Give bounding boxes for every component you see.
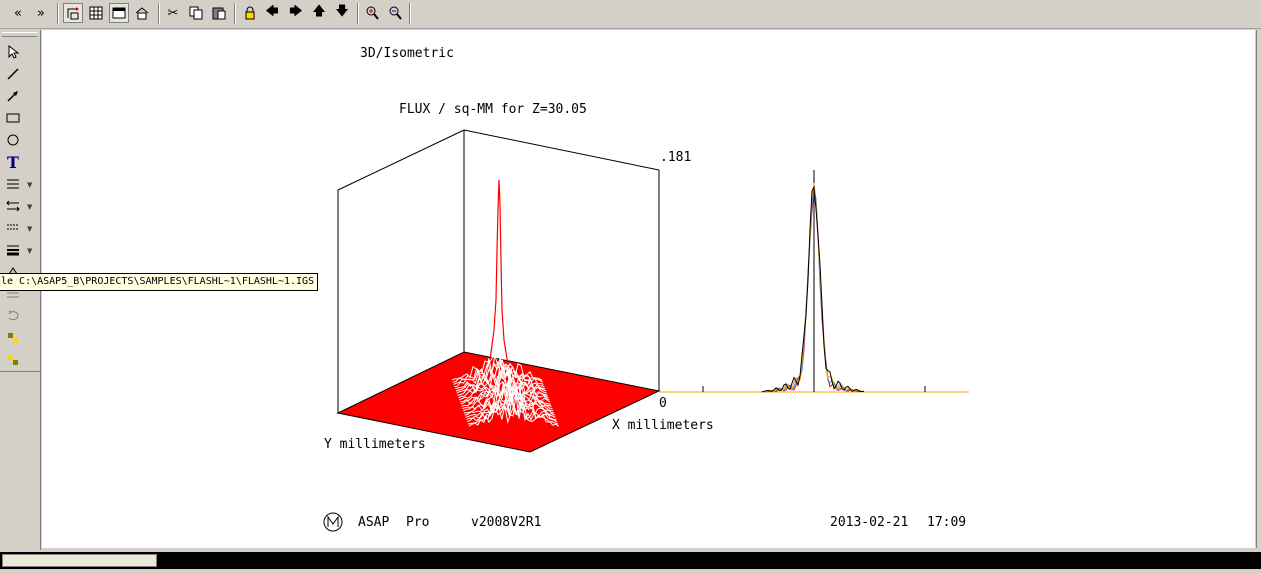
- rectangle-tool-icon[interactable]: [4, 109, 22, 127]
- run-date: 2013-02-21: [830, 515, 909, 530]
- lock-icon[interactable]: [240, 3, 260, 23]
- main-toolbar: « » ✂ 🡄 🡆 🡅 🡇: [0, 0, 1261, 29]
- ellipse-tool-icon[interactable]: [4, 131, 22, 149]
- text-tool-icon[interactable]: T: [4, 153, 22, 172]
- window-view-icon[interactable]: [109, 3, 129, 23]
- profile-curve: [761, 182, 865, 393]
- zoom-out-icon[interactable]: [385, 3, 405, 23]
- line-weight-icon[interactable]: [4, 241, 22, 259]
- toolbar-divider: [0, 371, 40, 372]
- profile-curve: [761, 185, 865, 393]
- dropdown-arrow-icon[interactable]: ▼: [27, 181, 32, 189]
- grid-view-icon[interactable]: [86, 3, 106, 23]
- arrow-left-icon[interactable]: 🡄: [262, 3, 282, 23]
- profile-curve: [762, 193, 865, 393]
- dropdown-arrow-icon[interactable]: ▼: [27, 225, 32, 233]
- home-icon[interactable]: [132, 3, 152, 23]
- toolbar-separator: [234, 3, 236, 24]
- arrow-line-tool-icon[interactable]: [4, 87, 22, 105]
- line-tool-icon[interactable]: [4, 65, 22, 83]
- toolbar-separator: [357, 3, 359, 24]
- zoom-in-icon[interactable]: [362, 3, 382, 23]
- select-pointer-icon[interactable]: [4, 43, 22, 61]
- product-name: ASAP: [358, 515, 390, 530]
- dash-style-icon[interactable]: [4, 219, 22, 237]
- line-end-icon[interactable]: [4, 197, 22, 215]
- run-time: 17:09: [927, 515, 967, 530]
- horizontal-scrollbar[interactable]: [0, 552, 1261, 569]
- arrow-right-icon[interactable]: 🡆: [286, 3, 306, 23]
- cut-icon[interactable]: ✂: [163, 3, 183, 23]
- dropdown-arrow-icon[interactable]: ▼: [27, 247, 32, 255]
- double-chevron-left-icon[interactable]: «: [8, 3, 28, 23]
- horizontal-scrollbar-thumb[interactable]: [2, 554, 157, 567]
- vertical-scrollbar[interactable]: [1256, 30, 1261, 548]
- rotate-view-icon[interactable]: [63, 3, 83, 23]
- box-back-top-right: [463, 129, 660, 171]
- product-edition: Pro: [406, 515, 430, 530]
- rotate-tool-icon[interactable]: [4, 307, 22, 325]
- line-style-icon[interactable]: [4, 175, 22, 193]
- color-a-icon[interactable]: [4, 329, 22, 347]
- double-chevron-right-icon[interactable]: »: [31, 3, 51, 23]
- file-path-tooltip: le C:\ASAP5_B\PROJECTS\SAMPLES\FLASHL~1\…: [0, 273, 319, 291]
- arrow-up-icon[interactable]: 🡅: [309, 3, 329, 23]
- arrow-down-icon[interactable]: 🡇: [332, 3, 352, 23]
- toolbar-grip: [2, 32, 37, 37]
- box-back-top-left: [337, 129, 465, 191]
- paste-icon[interactable]: [209, 3, 229, 23]
- product-version: v2008V2R1: [471, 515, 542, 530]
- color-b-icon[interactable]: [4, 351, 22, 369]
- profile-axis: [659, 170, 969, 393]
- toolbar-separator: [158, 3, 160, 24]
- brand-logo-icon: [323, 512, 343, 532]
- profile-curves: [761, 182, 865, 393]
- toolbar-separator: [57, 3, 59, 24]
- copy-icon[interactable]: [186, 3, 206, 23]
- profile-curve: [761, 185, 865, 393]
- toolbar-separator: [409, 3, 411, 24]
- dropdown-arrow-icon[interactable]: ▼: [27, 203, 32, 211]
- flux-peak: [489, 179, 509, 366]
